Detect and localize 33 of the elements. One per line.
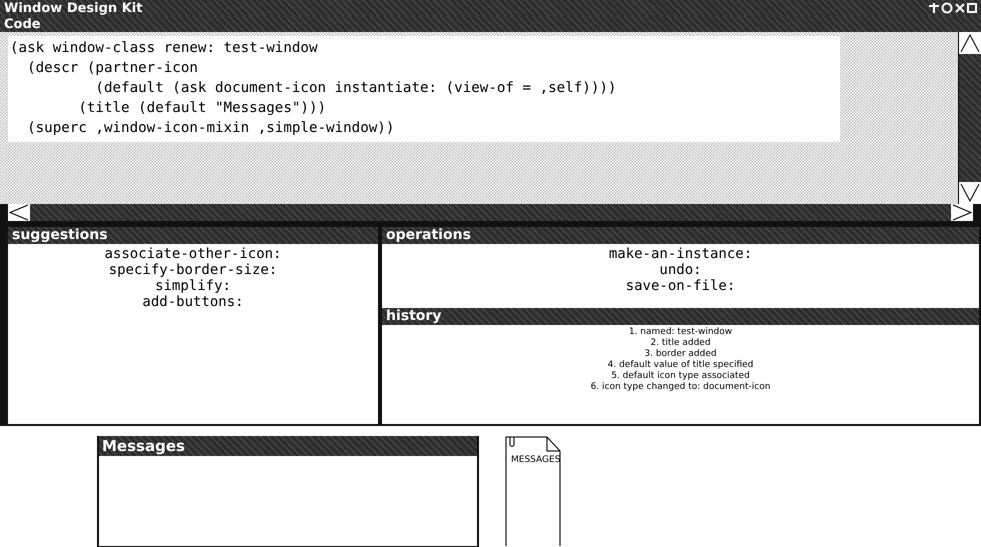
history-entry: 1. named: test-window: [628, 327, 732, 338]
history-entry: 6. icon type changed to: document-icon: [590, 382, 770, 393]
history-header: history: [382, 308, 979, 325]
code-text: (ask window-class renew: test-window (descr (partner-icon (default (ask document-icon instantiate: (view-of = ,self)))) (title (default "Messages"))) (superc ,window-icon-mixin ,simple-window)): [8, 36, 840, 142]
messages-window-title: Messages: [99, 436, 477, 456]
up-arrow-icon[interactable]: [959, 32, 981, 54]
suggestion-item[interactable]: associate-other-icon:: [104, 246, 282, 262]
history-entry: 3. border added: [644, 349, 717, 360]
horizontal-scrollbar[interactable]: [8, 204, 973, 221]
document-icon[interactable]: [505, 436, 561, 546]
history-entry: 4. default value of title specified: [608, 360, 754, 371]
vertical-scrollbar[interactable]: [958, 32, 981, 204]
operation-item[interactable]: save-on-file:: [626, 278, 736, 294]
right-arrow-icon[interactable]: [951, 204, 973, 221]
suggestion-item[interactable]: simplify:: [155, 278, 231, 294]
close-icon[interactable]: [954, 2, 966, 14]
square-icon[interactable]: [967, 2, 977, 14]
code-pane-title: Code: [4, 16, 41, 32]
left-arrow-icon[interactable]: [8, 204, 30, 221]
window-title: Window Design Kit: [4, 0, 142, 16]
cross-icon[interactable]: [928, 2, 940, 14]
suggestion-item[interactable]: add-buttons:: [142, 294, 244, 310]
operation-item[interactable]: make-an-instance:: [608, 246, 752, 262]
operation-item[interactable]: undo:: [659, 262, 702, 278]
code-editor[interactable]: (ask window-class renew: test-window (descr (partner-icon (default (ask document-icon instantiate: (view-of = ,self)))) (title (default "Messages"))) (superc ,window-icon-mixin ,simple-window)): [0, 32, 958, 204]
document-icon-label: MESSAGES: [511, 455, 560, 465]
operations-header: operations: [382, 227, 979, 244]
history-entry: 2. title added: [650, 338, 711, 349]
down-arrow-icon[interactable]: [959, 182, 981, 204]
suggestion-item[interactable]: specify-border-size:: [108, 262, 278, 278]
history-entry: 5. default icon type associated: [611, 371, 750, 382]
suggestions-header: suggestions: [8, 227, 378, 244]
circle-icon[interactable]: [941, 2, 953, 14]
